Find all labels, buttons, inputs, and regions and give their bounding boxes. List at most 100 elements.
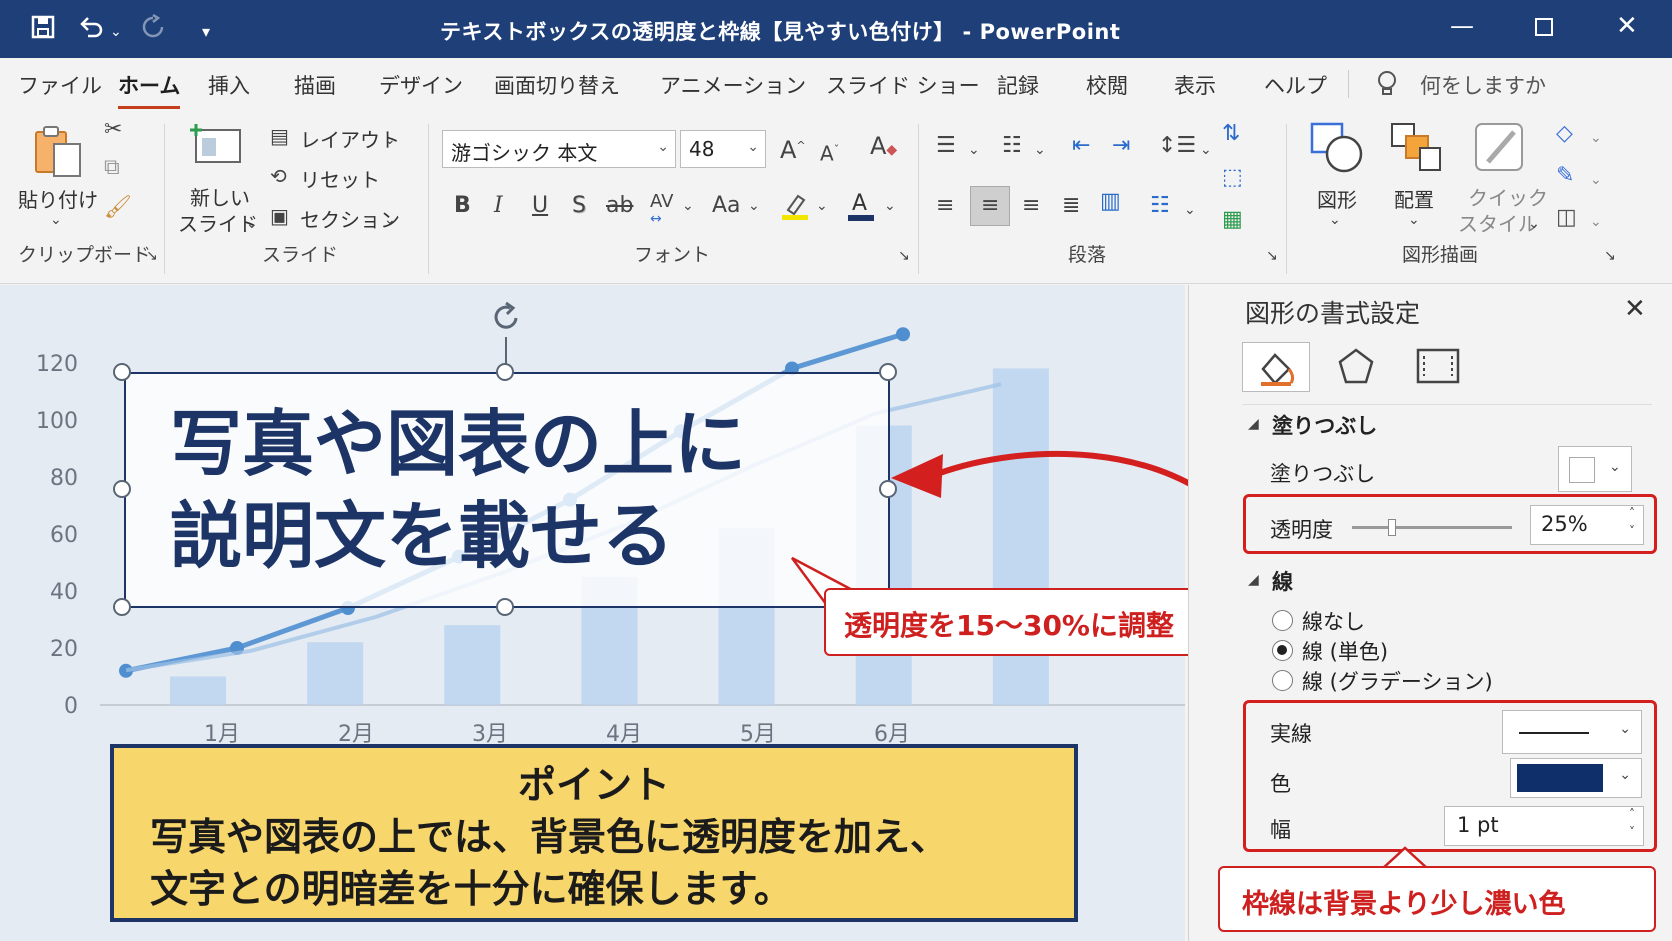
distributed-icon[interactable]: ▥ (1100, 190, 1121, 214)
new-slide-dropdown-icon[interactable]: ⌄ (246, 212, 258, 236)
tab-insert[interactable]: 挿入 (208, 70, 250, 100)
cut-icon[interactable]: ✂ (104, 118, 122, 142)
copy-icon[interactable]: ⧉ (104, 156, 120, 180)
maximize-icon[interactable] (1535, 18, 1553, 36)
chevron-down-icon[interactable]: ⌄ (747, 139, 759, 155)
font-name-combo[interactable]: 游ゴシック 本文 ⌄ (442, 130, 676, 168)
quick-styles-icon[interactable] (1474, 122, 1528, 178)
drawing-launcher-icon[interactable]: ↘ (1604, 244, 1616, 268)
dash-type-select[interactable]: ⌄ (1502, 710, 1642, 754)
undo-icon[interactable] (78, 14, 106, 46)
spin-down-icon[interactable]: ˅ (1629, 524, 1635, 538)
resize-handle[interactable] (113, 363, 131, 381)
paste-icon[interactable] (32, 124, 84, 184)
layout-icon[interactable]: ▤ (270, 124, 289, 148)
line-none-radio[interactable] (1272, 610, 1293, 631)
strikethrough-button[interactable]: ab (606, 194, 633, 218)
customize-qat-icon[interactable]: ▾ (202, 18, 210, 46)
shadow-button[interactable]: S (572, 194, 586, 218)
tab-transitions[interactable]: 画面切り替え (494, 70, 620, 100)
char-spacing-button[interactable]: AV ↔ (650, 190, 673, 226)
line-section-header[interactable]: 線 (1272, 566, 1293, 596)
tab-file[interactable]: ファイル (18, 70, 102, 100)
quick-styles-label-1[interactable]: クイック (1468, 182, 1548, 211)
shape-fill-icon[interactable]: ◇ (1556, 122, 1573, 146)
minimize-icon[interactable]: — (1450, 12, 1474, 40)
section-icon[interactable]: ▣ (270, 204, 289, 228)
chevron-down-icon[interactable]: ⌄ (1590, 210, 1602, 234)
grow-font-button[interactable]: A^ (780, 134, 806, 162)
resize-handle[interactable] (879, 363, 897, 381)
line-solid-label[interactable]: 線 (単色) (1302, 636, 1388, 666)
chevron-down-icon[interactable]: ⌄ (1590, 168, 1602, 192)
chevron-down-icon[interactable]: ⌄ (657, 139, 669, 155)
new-slide-label-1[interactable]: 新しい (190, 182, 250, 211)
tab-home[interactable]: ホーム (118, 70, 181, 109)
clipboard-launcher-icon[interactable]: ↘ (146, 244, 158, 268)
tab-view[interactable]: 表示 (1174, 70, 1216, 100)
line-spacing-icon[interactable]: ↕☰ (1158, 134, 1196, 158)
chevron-down-icon[interactable]: ⌄ (884, 194, 896, 218)
resize-handle[interactable] (496, 363, 514, 381)
collapse-icon[interactable]: ◢ (1248, 416, 1259, 432)
chevron-down-icon[interactable]: ⌄ (1408, 208, 1420, 232)
rotate-handle-icon[interactable] (488, 300, 524, 340)
chevron-down-icon[interactable]: ⌄ (1590, 126, 1602, 150)
chevron-down-icon[interactable]: ⌄ (682, 194, 694, 218)
resize-handle[interactable] (113, 598, 131, 616)
layout-dropdown-icon[interactable]: ⌄ (384, 128, 396, 152)
shape-effects-icon[interactable]: ◫ (1556, 206, 1577, 230)
line-solid-radio[interactable] (1272, 640, 1293, 661)
line-gradient-label[interactable]: 線 (グラデーション) (1302, 666, 1493, 696)
tab-animations[interactable]: アニメーション (660, 70, 806, 100)
arrange-icon[interactable] (1390, 122, 1444, 178)
line-color-picker[interactable]: ⌄ (1510, 758, 1642, 798)
increase-indent-icon[interactable]: ⇥ (1112, 134, 1130, 158)
spin-down-icon[interactable]: ˅ (1629, 825, 1635, 839)
shapes-icon[interactable] (1310, 122, 1364, 178)
chevron-down-icon[interactable]: ⌄ (968, 138, 980, 162)
spin-up-icon[interactable]: ˄ (1629, 506, 1635, 520)
chevron-down-icon[interactable]: ⌄ (1528, 212, 1540, 236)
fill-line-tab[interactable] (1242, 342, 1310, 392)
effects-tab-icon[interactable] (1336, 346, 1376, 390)
chevron-down-icon[interactable]: ⌄ (1034, 138, 1046, 162)
underline-button[interactable]: U (532, 194, 548, 218)
tab-record[interactable]: 記録 (997, 70, 1039, 100)
bold-button[interactable]: B (454, 194, 471, 218)
tab-draw[interactable]: 描画 (294, 70, 336, 100)
highlighter-icon[interactable] (780, 192, 810, 224)
resize-handle[interactable] (496, 598, 514, 616)
align-text-icon[interactable]: ⬚ (1222, 166, 1243, 190)
align-center-button[interactable]: ≡ (970, 186, 1010, 226)
reset-icon[interactable]: ⟲ (270, 164, 287, 188)
resize-handle[interactable] (113, 480, 131, 498)
transparency-spinner[interactable]: 25% ˄ ˅ (1530, 505, 1644, 545)
columns-icon[interactable]: ☷ (1150, 194, 1170, 218)
tab-design[interactable]: デザイン (379, 70, 463, 100)
chevron-down-icon[interactable]: ⌄ (1329, 208, 1341, 232)
shrink-font-button[interactable]: Aˇ (820, 138, 839, 166)
fill-color-picker[interactable]: ⌄ (1558, 446, 1632, 492)
justify-icon[interactable]: ≣ (1062, 194, 1080, 218)
line-none-label[interactable]: 線なし (1302, 606, 1365, 636)
chevron-down-icon[interactable]: ⌄ (748, 194, 760, 218)
quick-styles-label-2[interactable]: スタイル (1458, 208, 1538, 237)
close-pane-icon[interactable]: ✕ (1624, 294, 1646, 324)
numbering-icon[interactable]: ☷ (1002, 134, 1022, 158)
paste-dropdown-icon[interactable]: ⌄ (50, 208, 62, 232)
section-dropdown-icon[interactable]: ⌄ (384, 208, 396, 232)
save-icon[interactable] (30, 14, 56, 46)
smartart-icon[interactable]: ▦ (1222, 208, 1243, 232)
change-case-button[interactable]: Aa (712, 194, 741, 218)
shape-outline-icon[interactable]: ✎ (1556, 164, 1574, 188)
tab-help[interactable]: ヘルプ (1264, 70, 1327, 100)
fill-section-header[interactable]: 塗りつぶし (1272, 410, 1377, 440)
font-launcher-icon[interactable]: ↘ (898, 244, 910, 268)
transparency-slider-thumb[interactable] (1388, 519, 1396, 536)
close-icon[interactable]: ✕ (1616, 12, 1638, 40)
bullets-icon[interactable]: ☰ (936, 134, 956, 158)
align-right-icon[interactable]: ≡ (1022, 194, 1040, 218)
decrease-indent-icon[interactable]: ⇤ (1072, 134, 1090, 158)
transparency-slider[interactable] (1352, 526, 1512, 529)
